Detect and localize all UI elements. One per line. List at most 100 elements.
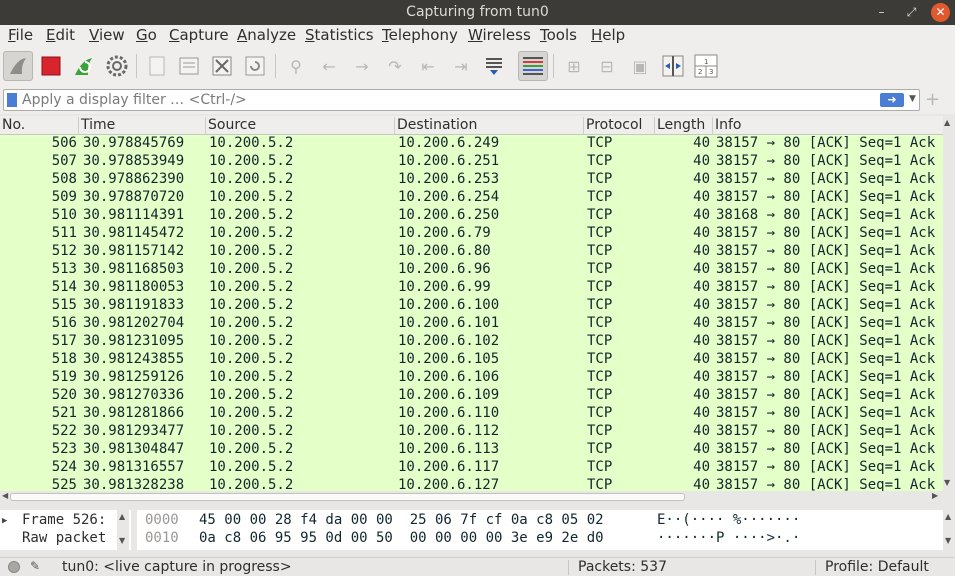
- options-gear-icon[interactable]: [102, 51, 132, 81]
- table-row[interactable]: 514 30.981180053 10.200.5.2 10.200.6.99 TCP 4…: [0, 279, 943, 297]
- table-row[interactable]: 523 30.981304847 10.200.5.2 10.200.6.113 TCP…: [0, 441, 943, 459]
- resize-columns-icon[interactable]: [658, 51, 688, 81]
- menu-view[interactable]: View: [89, 26, 125, 44]
- column-header-source[interactable]: Source: [206, 117, 395, 135]
- expand-arrow-icon[interactable]: ▶: [2, 516, 7, 526]
- menu-analyze[interactable]: Analyze: [237, 26, 296, 44]
- chevron-down-icon[interactable]: ▼: [909, 94, 916, 104]
- column-header-length[interactable]: Length: [655, 117, 713, 135]
- packet-info: 38157 → 80 [ACK] Seq=1 Ack: [716, 441, 936, 457]
- packet-protocol: TCP: [587, 405, 613, 421]
- find-icon[interactable]: ⚲: [281, 51, 311, 81]
- profile-selector[interactable]: Profile: Default: [825, 559, 929, 575]
- scroll-down-icon[interactable]: ▼: [119, 536, 125, 545]
- table-row[interactable]: 519 30.981259126 10.200.5.2 10.200.6.106 TCP…: [0, 369, 943, 387]
- table-row[interactable]: 515 30.981191833 10.200.5.2 10.200.6.100 TCP…: [0, 297, 943, 315]
- menu-tools[interactable]: Tools: [540, 26, 577, 44]
- menu-file[interactable]: File: [8, 26, 33, 44]
- table-row[interactable]: 507 30.978853949 10.200.5.2 10.200.6.251 TCP…: [0, 153, 943, 171]
- bytes-hex[interactable]: 45 00 00 28 f4 da 00 00 25 06 7f cf 0a c…: [199, 512, 604, 528]
- colorize-icon[interactable]: [518, 51, 548, 81]
- bytes-ascii[interactable]: ·······P ····>·.·: [657, 530, 800, 546]
- scroll-up-icon[interactable]: ▲: [944, 118, 950, 127]
- status-bar: ✎ tun0: <live capture in progress> Packe…: [0, 557, 955, 576]
- goto-packet-icon[interactable]: ↷: [380, 51, 410, 81]
- table-row[interactable]: 521 30.981281866 10.200.5.2 10.200.6.110 TCP…: [0, 405, 943, 423]
- table-row[interactable]: 508 30.978862390 10.200.5.2 10.200.6.253 TCP…: [0, 171, 943, 189]
- scroll-down-icon[interactable]: ▼: [944, 478, 950, 487]
- maximize-icon[interactable]: ⤢: [902, 3, 921, 22]
- close-icon[interactable]: ✕: [931, 3, 950, 22]
- restart-icon[interactable]: [69, 51, 99, 81]
- scroll-left-icon[interactable]: ◀: [2, 491, 8, 500]
- table-row[interactable]: 518 30.981243855 10.200.5.2 10.200.6.105 TCP…: [0, 351, 943, 369]
- packet-destination: 10.200.6.80: [398, 243, 491, 259]
- details-frame-line[interactable]: Frame 526:: [22, 512, 106, 528]
- table-row[interactable]: 513 30.981168503 10.200.5.2 10.200.6.96 TCP 4…: [0, 261, 943, 279]
- column-header-time[interactable]: Time: [79, 117, 206, 135]
- close-file-icon[interactable]: [207, 51, 237, 81]
- bytes-hex[interactable]: 0a c8 06 95 95 0d 00 50 00 00 00 00 3e e…: [199, 530, 604, 546]
- scroll-up-icon[interactable]: ▲: [945, 512, 951, 521]
- table-row[interactable]: 520 30.981270336 10.200.5.2 10.200.6.109 TCP…: [0, 387, 943, 405]
- apply-filter-icon[interactable]: ➜: [880, 93, 904, 107]
- table-row[interactable]: 517 30.981231095 10.200.5.2 10.200.6.102 TCP…: [0, 333, 943, 351]
- add-filter-button-icon[interactable]: +: [925, 89, 940, 110]
- forward-icon[interactable]: →: [347, 51, 377, 81]
- packet-source: 10.200.5.2: [209, 477, 294, 491]
- stop-icon[interactable]: [36, 51, 66, 81]
- normal-size-icon[interactable]: ▣: [625, 51, 655, 81]
- table-row[interactable]: 510 30.981114391 10.200.5.2 10.200.6.250 TCP…: [0, 207, 943, 225]
- minimize-icon[interactable]: –: [872, 3, 891, 22]
- packet-number: 521: [51, 405, 77, 421]
- menu-go[interactable]: Go: [136, 26, 157, 44]
- table-row[interactable]: 525 30.981328238 10.200.5.2 10.200.6.127 TCP…: [0, 477, 943, 491]
- column-header-info[interactable]: Info: [713, 117, 943, 135]
- table-row[interactable]: 516 30.981202704 10.200.5.2 10.200.6.101 TCP…: [0, 315, 943, 333]
- scroll-down-icon[interactable]: ▼: [945, 536, 951, 545]
- table-row[interactable]: 524 30.981316557 10.200.5.2 10.200.6.117 TCP…: [0, 459, 943, 477]
- menu-capture[interactable]: Capture: [169, 26, 229, 44]
- scroll-up-icon[interactable]: ▲: [119, 512, 125, 521]
- details-scrollbar[interactable]: ▲ ▼: [117, 510, 129, 550]
- shark-fin-icon[interactable]: [3, 51, 33, 81]
- first-packet-icon[interactable]: ⇤: [413, 51, 443, 81]
- table-row[interactable]: 512 30.981157142 10.200.5.2 10.200.6.80 TCP 4…: [0, 243, 943, 261]
- table-row[interactable]: 506 30.978845769 10.200.5.2 10.200.6.249 TCP…: [0, 135, 943, 153]
- packet-protocol: TCP: [587, 333, 613, 349]
- save-file-icon[interactable]: [174, 51, 204, 81]
- open-file-icon[interactable]: [142, 51, 172, 81]
- edit-comment-icon[interactable]: ✎: [30, 559, 40, 573]
- table-row[interactable]: 509 30.978870720 10.200.5.2 10.200.6.254 TCP…: [0, 189, 943, 207]
- back-icon[interactable]: ←: [314, 51, 344, 81]
- display-filter-input[interactable]: [22, 91, 862, 109]
- packet-list-vertical-scrollbar[interactable]: ▲ ▼: [943, 116, 955, 491]
- horizontal-scroll-thumb[interactable]: [10, 493, 685, 501]
- menu-edit[interactable]: Edit: [46, 26, 75, 44]
- packet-source: 10.200.5.2: [209, 315, 294, 331]
- column-header-destination[interactable]: Destination: [395, 117, 584, 135]
- zoom-out-icon[interactable]: ⊟: [592, 51, 622, 81]
- column-header-no[interactable]: No.: [0, 117, 79, 135]
- menu-telephony[interactable]: Telephony: [382, 26, 458, 44]
- zoom-in-icon[interactable]: ⊞: [559, 51, 589, 81]
- menu-help[interactable]: Help: [591, 26, 625, 44]
- packet-list-horizontal-scrollbar[interactable]: ◀ ▶: [0, 491, 943, 503]
- scroll-right-icon[interactable]: ▶: [932, 491, 938, 500]
- bytes-ascii[interactable]: E··(···· %·······: [657, 512, 800, 528]
- table-row[interactable]: 522 30.981293477 10.200.5.2 10.200.6.112 TCP…: [0, 423, 943, 441]
- last-packet-icon[interactable]: ⇥: [446, 51, 476, 81]
- reload-icon[interactable]: [240, 51, 270, 81]
- bottom-pane: ▶ Frame 526: Raw packet ▲ ▼ 0000 45 00 0…: [0, 507, 955, 557]
- menu-wireless[interactable]: Wireless: [468, 26, 531, 44]
- menu-statistics[interactable]: Statistics: [305, 26, 374, 44]
- column-layout-icon[interactable]: 123: [691, 51, 721, 81]
- packet-time: 30.981180053: [83, 279, 185, 295]
- bookmark-icon[interactable]: [7, 93, 17, 107]
- column-header-protocol[interactable]: Protocol: [584, 117, 655, 135]
- autoscroll-icon[interactable]: [479, 51, 509, 81]
- table-row[interactable]: 511 30.981145472 10.200.5.2 10.200.6.79 TCP 4…: [0, 225, 943, 243]
- expert-info-icon[interactable]: [8, 561, 20, 573]
- details-raw-line[interactable]: Raw packet: [22, 530, 106, 546]
- bytes-scrollbar[interactable]: ▲ ▼: [943, 510, 955, 550]
